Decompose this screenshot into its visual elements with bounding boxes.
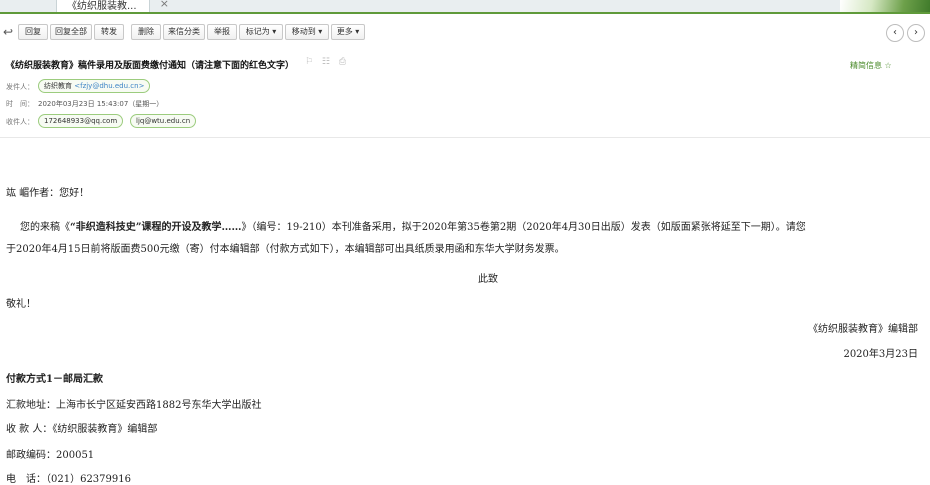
signature-date: 2020年3月23日 <box>843 349 918 360</box>
classify-button[interactable]: 来信分类 <box>163 24 205 40</box>
prev-mail-icon[interactable]: ‹ <box>886 24 904 42</box>
greeting: 竑 嵋作者：您好！ <box>6 188 90 199</box>
close-icon[interactable]: × <box>160 0 169 10</box>
mail-toolbar: ↩ 回复 回复全部 转发 删除 来信分类 举报 标记为 ▾ 移动到 ▾ 更多 ▾ <box>0 22 930 42</box>
time-value: 2020年03月23日 15:43:07（星期一） <box>38 100 164 108</box>
to-label: 收件人： <box>6 118 34 126</box>
mail-subject: 《纺织服装教育》稿件录用及版面费缴付通知（请注意下面的红色文字） <box>6 61 295 71</box>
closing-cizhi: 此致 <box>478 274 498 285</box>
mail-tab-title: 《纺织服装教... <box>67 1 137 12</box>
report-button[interactable]: 举报 <box>207 24 237 40</box>
tab-strip: 《纺织服装教... × <box>0 0 930 12</box>
paragraph-line-1: 您的来稿《“非织造科技史”课程的开设及教学……》（编号：19-210）本刊准备采… <box>20 218 806 233</box>
closing-jingli: 敬礼！ <box>6 299 36 310</box>
p1-prefix: 您的来稿《 <box>20 222 70 233</box>
remit-address: 汇款地址：上海市长宁区延安西路1882号东华大学出版社 <box>6 400 262 411</box>
forward-button[interactable]: 转发 <box>94 24 124 40</box>
from-name: 纺织教育 <box>44 82 72 90</box>
back-arrow-icon[interactable]: ↩ <box>3 25 13 39</box>
time-label: 时 间： <box>6 100 34 108</box>
article-title: “非织造科技史”课程的开设及教学…… <box>70 222 242 233</box>
flag-icon[interactable]: ⚐ ☷ ⎙ <box>305 57 349 67</box>
from-email: <fzjy@dhu.edu.cn> <box>74 82 145 90</box>
move-to-dropdown[interactable]: 移动到 ▾ <box>285 24 329 40</box>
recipient-pill-1[interactable]: 172648933@qq.com <box>38 114 124 128</box>
p1-suffix: 》（编号：19-210）本刊准备采用，拟于2020年第35卷第2期（2020年4… <box>241 222 806 233</box>
mark-as-dropdown[interactable]: 标记为 ▾ <box>239 24 283 40</box>
concise-info-link[interactable]: 精简信息 ☆ <box>850 60 892 71</box>
recipient-pill-2[interactable]: ljq@wtu.edu.cn <box>130 114 197 128</box>
more-dropdown[interactable]: 更多 ▾ <box>331 24 365 40</box>
accent-bar <box>0 12 930 14</box>
reply-all-button[interactable]: 回复全部 <box>50 24 92 40</box>
phone: 电 话：（021）62379916 <box>6 474 131 485</box>
mail-tab[interactable]: 《纺织服装教... × <box>56 0 169 12</box>
payment-method-title: 付款方式1－邮局汇款 <box>6 374 103 385</box>
header-divider <box>0 137 930 138</box>
delete-button[interactable]: 删除 <box>131 24 161 40</box>
from-label: 发件人： <box>6 83 34 91</box>
signature: 《纺织服装教育》编辑部 <box>808 324 918 335</box>
next-mail-icon[interactable]: › <box>907 24 925 42</box>
reply-button[interactable]: 回复 <box>18 24 48 40</box>
from-sender-pill[interactable]: 纺织教育 <fzjy@dhu.edu.cn> <box>38 79 151 93</box>
paragraph-line-2: 于2020年4月15日前将版面费500元缴（寄）付本编辑部（付款方式如下），本编… <box>6 244 565 255</box>
leaf-decoration <box>840 0 930 12</box>
postcode: 邮政编码：200051 <box>6 450 95 461</box>
payee: 收 款 人：《纺织服装教育》编辑部 <box>6 424 158 435</box>
